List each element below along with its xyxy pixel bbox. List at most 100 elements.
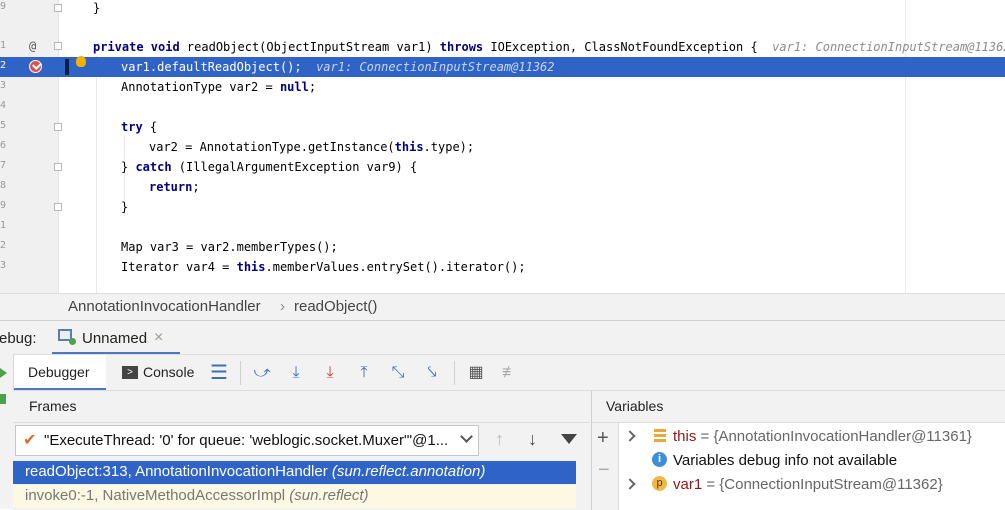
frame-package: (sun.reflect) [289, 487, 369, 504]
fold-marker[interactable] [54, 163, 62, 171]
frames-header-label: Frames [29, 398, 77, 414]
override-marker-icon[interactable]: @ [29, 39, 36, 53]
code-line[interactable]: 3 Iterator var4 = this.memberValues.entr… [0, 257, 1005, 277]
breakpoint-icon[interactable] [29, 60, 42, 73]
evaluate-expression-icon[interactable]: ▦ [466, 363, 486, 383]
tab-console-label: Console [143, 364, 195, 380]
resume-icon[interactable] [0, 368, 7, 378]
inline-debug-hint: var1: ConnectionInputStream@11362 [772, 40, 1005, 54]
frame-method: invoke0:-1, NativeMethodAccessorImpl [25, 487, 286, 504]
code-text: private void readObject(ObjectInputStrea… [93, 40, 1005, 54]
line-number: 3 [0, 80, 7, 91]
code-line[interactable]: 6 var2 = AnnotationType.getInstance(this… [0, 137, 1005, 157]
tab-debugger[interactable]: Debugger [14, 355, 106, 391]
breadcrumb-method[interactable]: readObject() [294, 298, 377, 315]
variables-panel: Variables + − this = {AnnotationInvocati… [592, 390, 1005, 510]
variable-row-var1[interactable]: p var1 = {ConnectionInputStream@11362} [592, 473, 1005, 497]
info-icon: i [652, 452, 667, 467]
fold-marker[interactable] [54, 203, 62, 211]
line-number: 8 [0, 180, 7, 191]
code-editor[interactable]: 9 } 1 @ private void readObject(ObjectIn… [0, 0, 1005, 293]
variable-value: = {ConnectionInputStream@11362} [702, 476, 943, 493]
breadcrumb-class[interactable]: AnnotationInvocationHandler [68, 298, 261, 315]
frames-panel: Frames ✔ "ExecuteThread: '0' for queue: … [13, 390, 592, 510]
variables-header: Variables [592, 391, 1005, 423]
code-line[interactable]: 2 Map var3 = var2.memberTypes(); [0, 237, 1005, 257]
code-line[interactable]: 9 } [0, 197, 1005, 217]
fold-marker[interactable] [54, 123, 62, 131]
code-text: } catch (IllegalArgumentException var9) … [121, 160, 418, 174]
code-line[interactable]: 4 [0, 97, 1005, 117]
thread-selector[interactable]: ✔ "ExecuteThread: '0' for queue: 'weblog… [15, 425, 479, 456]
variable-info-row: i Variables debug info not available [592, 449, 1005, 473]
execution-point-icon [65, 59, 69, 75]
chevron-right-icon[interactable] [624, 430, 636, 442]
variables-header-label: Variables [606, 398, 664, 414]
line-number: 1 [0, 40, 7, 51]
field-stack-icon [654, 429, 666, 442]
tab-debugger-label: Debugger [28, 364, 90, 380]
step-over-icon[interactable]: ⤓ [286, 363, 306, 383]
run-to-cursor-icon[interactable]: ⤥ [422, 363, 442, 383]
toolbar-separator [240, 361, 241, 385]
code-text: Map var3 = var2.memberTypes(); [121, 240, 338, 254]
breadcrumb: AnnotationInvocationHandler › readObject… [0, 293, 1005, 321]
step-into-icon[interactable]: ⤓ [320, 363, 340, 383]
code-line[interactable]: 3 AnnotationType var2 = null; [0, 77, 1005, 97]
rerun-icon[interactable] [0, 394, 6, 404]
debug-side-toolbar [0, 354, 14, 509]
line-number: 2 [0, 60, 7, 71]
intention-bulb-icon[interactable] [76, 56, 86, 67]
variable-row-this[interactable]: this = {AnnotationInvocationHandler@1136… [592, 425, 1005, 449]
frame-row[interactable]: invoke0:-1, NativeMethodAccessorImpl (su… [13, 485, 576, 508]
debug-tool-window-header: ebug: Unnamed × [0, 320, 1005, 355]
line-number: 4 [0, 100, 7, 111]
layout-menu-icon[interactable]: ☰ [209, 363, 229, 383]
console-icon: > [122, 366, 138, 379]
debug-toolbar: Debugger > Console ☰ ⤻ ⤓ ⤓ ⤒ ⤡ ⤥ ▦ ≢ [0, 354, 1005, 391]
session-tab[interactable]: Unnamed × [52, 321, 180, 355]
frames-header: Frames [13, 391, 590, 423]
next-frame-icon[interactable]: ↓ [528, 429, 537, 450]
tab-console[interactable]: > Console [114, 355, 200, 391]
current-execution-line[interactable]: 2 var1.defaultReadObject(); var1: Connec… [0, 56, 1005, 77]
line-number: 5 [0, 120, 7, 131]
trace-icon[interactable]: ≢ [500, 363, 520, 383]
step-out-icon[interactable]: ⤒ [354, 363, 374, 383]
close-icon[interactable]: × [154, 329, 163, 347]
line-number: 7 [0, 160, 7, 171]
code-text: try { [121, 120, 158, 134]
show-execution-point-icon[interactable]: ⤻ [252, 363, 272, 383]
code-text: Iterator var4 = this.memberValues.entryS… [121, 260, 526, 274]
variable-value: = {AnnotationInvocationHandler@11361} [696, 428, 972, 445]
filter-icon[interactable] [561, 434, 577, 444]
inline-debug-hint: var1: ConnectionInputStream@11362 [316, 60, 555, 74]
breadcrumb-separator: › [280, 298, 285, 315]
chevron-down-icon [460, 430, 473, 443]
code-text: return; [149, 180, 200, 194]
code-text: var1.defaultReadObject(); var1: Connecti… [121, 60, 555, 74]
chevron-right-icon[interactable] [624, 478, 636, 490]
checkmark-icon: ✔ [23, 432, 37, 449]
fold-marker[interactable] [54, 42, 62, 50]
code-line[interactable]: 8 return; [0, 177, 1005, 197]
fold-marker[interactable] [54, 4, 62, 12]
debug-session-icon [58, 329, 76, 345]
thread-selector-value: "ExecuteThread: '0' for queue: 'weblogic… [44, 432, 449, 449]
code-text: } [93, 1, 101, 15]
line-number: 3 [0, 260, 7, 271]
parameter-badge-icon: p [652, 476, 667, 491]
frame-package: (sun.reflect.annotation) [331, 463, 486, 480]
line-number: 6 [0, 140, 7, 151]
previous-frame-icon[interactable]: ↑ [495, 429, 504, 450]
code-line[interactable]: 7 } catch (IllegalArgumentException var9… [0, 157, 1005, 177]
drop-frame-icon[interactable]: ⤡ [388, 363, 408, 383]
frame-row-selected[interactable]: readObject:313, AnnotationInvocationHand… [13, 461, 576, 484]
debug-title: ebug: [0, 330, 37, 347]
code-line[interactable]: 1 @ private void readObject(ObjectInputS… [0, 37, 1005, 57]
code-line[interactable]: 1 [0, 217, 1005, 237]
code-line[interactable]: 5 try { [0, 117, 1005, 137]
frame-method: readObject:313, AnnotationInvocationHand… [25, 463, 328, 480]
code-line[interactable]: 9 } [0, 0, 1005, 18]
line-number: 9 [0, 200, 7, 211]
